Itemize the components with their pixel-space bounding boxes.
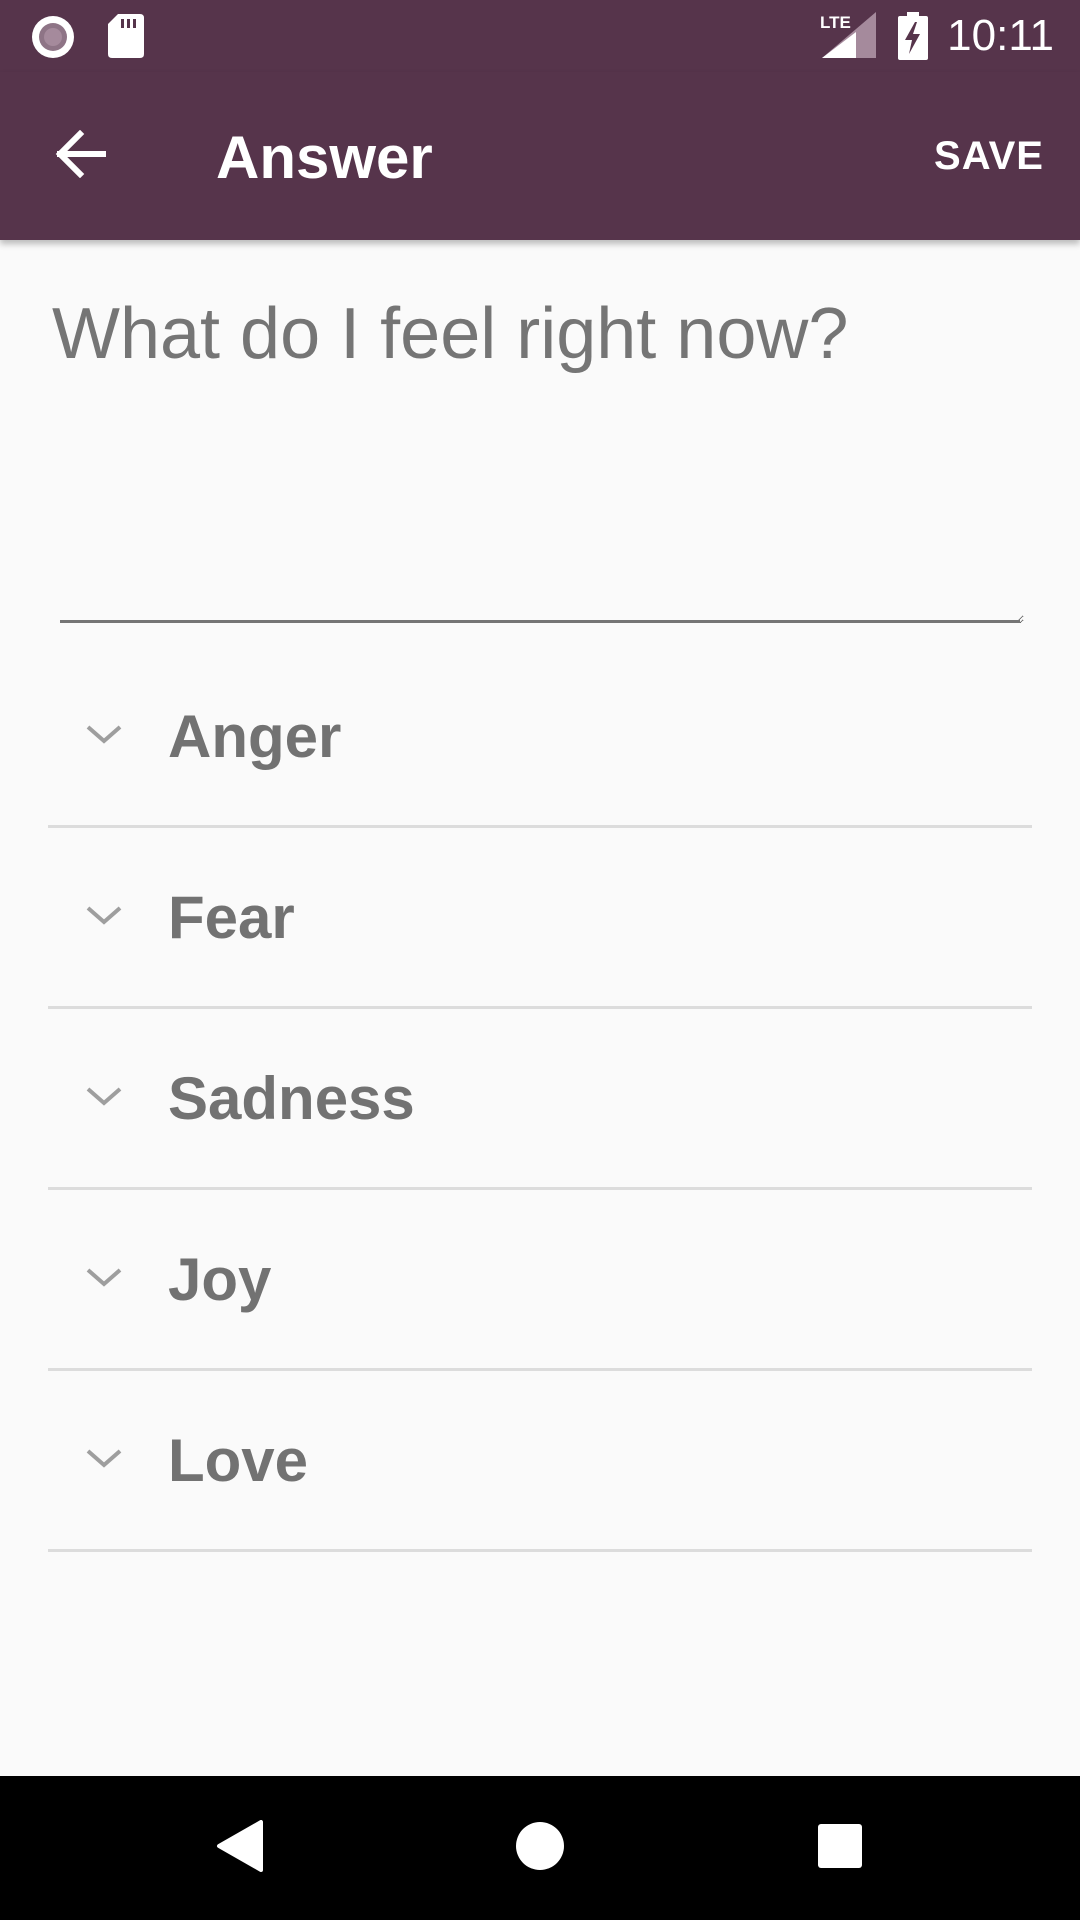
emotion-label: Love	[168, 1427, 309, 1494]
battery-charging-icon	[898, 12, 928, 65]
emotion-label: Joy	[168, 1246, 272, 1313]
chevron-down-icon	[82, 1262, 126, 1292]
nav-home-button[interactable]	[504, 1812, 576, 1884]
screen: LTE 10:11 Answer SAVE What do I feel rig…	[0, 0, 1080, 1920]
nav-recents-button[interactable]	[804, 1812, 876, 1884]
emotion-item-joy[interactable]: Joy	[48, 1190, 1032, 1371]
back-button[interactable]	[40, 116, 120, 196]
record-icon	[30, 14, 76, 65]
question-field[interactable]: What do I feel right now?	[50, 290, 1024, 624]
emotion-label: Anger	[168, 703, 342, 770]
chevron-down-icon	[82, 1443, 126, 1473]
arrow-back-icon	[54, 129, 107, 183]
emotion-item-love[interactable]: Love	[48, 1371, 1032, 1552]
emotion-item-anger[interactable]: Anger	[48, 647, 1032, 828]
chevron-down-icon	[82, 719, 126, 749]
nav-back-icon	[215, 1819, 265, 1877]
emotion-item-sadness[interactable]: Sadness	[48, 1009, 1032, 1190]
status-bar: LTE 10:11	[0, 0, 1080, 72]
navigation-bar	[0, 1776, 1080, 1920]
lte-label: LTE	[820, 13, 851, 32]
chevron-down-icon	[82, 1081, 126, 1111]
nav-recents-icon	[817, 1823, 863, 1874]
chevron-down-icon	[82, 900, 126, 930]
sd-card-icon	[108, 14, 144, 63]
nav-home-icon	[515, 1821, 565, 1876]
emotion-label: Fear	[168, 884, 295, 951]
emotion-item-fear[interactable]: Fear	[48, 828, 1032, 1009]
lte-signal-icon: LTE	[818, 12, 876, 63]
page-title: Answer	[216, 124, 433, 191]
status-time: 10:11	[947, 11, 1054, 60]
save-button[interactable]: SAVE	[934, 132, 1044, 180]
emotion-list: Anger Fear Sadness Joy Love	[48, 647, 1032, 1552]
question-underline	[60, 620, 1020, 623]
app-bar: Answer SAVE	[0, 72, 1080, 240]
emotion-label: Sadness	[168, 1065, 415, 1132]
nav-back-button[interactable]	[204, 1812, 276, 1884]
